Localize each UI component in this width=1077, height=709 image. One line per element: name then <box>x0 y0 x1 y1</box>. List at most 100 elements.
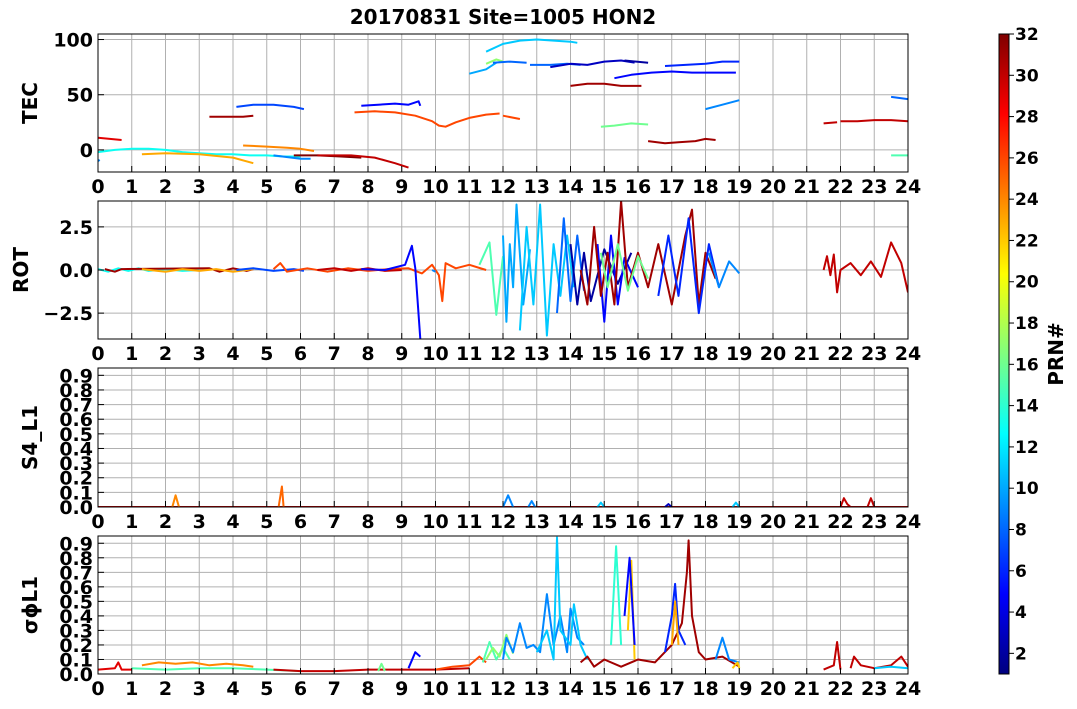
colorbar-tick-label: 12 <box>1015 438 1039 458</box>
x-tick-label: 7 <box>328 511 341 533</box>
series-line-prn-11 <box>485 38 578 53</box>
colorbar-tick-label: 4 <box>1015 603 1027 623</box>
series-line-prn-31 <box>570 82 642 87</box>
y-tick-label: −2.5 <box>43 303 93 325</box>
x-tick-label: 0 <box>91 176 104 198</box>
panel-4: 0 1 2 3 4 5 6 7 8 9 10 11 12 13 14 15 16 17 18 19 20 21 22 23 24… <box>18 533 921 700</box>
x-tick-label: 24 <box>895 176 921 198</box>
x-tick-label: 20 <box>760 176 786 198</box>
x-tick-label: 19 <box>726 511 752 533</box>
x-tick-label: 8 <box>361 343 374 365</box>
x-tick-label: 20 <box>760 511 786 533</box>
colorbar-tick-label: 22 <box>1015 231 1039 251</box>
series-line-prn-11 <box>535 536 589 661</box>
x-tick-label: 10 <box>422 511 448 533</box>
series-line-prn-29 <box>98 661 132 671</box>
series-line-prn-26 <box>502 114 521 120</box>
x-tick-label: 18 <box>692 343 718 365</box>
x-tick-label: 16 <box>625 176 651 198</box>
x-tick-label: 5 <box>260 343 273 365</box>
x-tick-label: 14 <box>557 678 583 700</box>
y-tick-label: 0 <box>80 140 93 162</box>
x-tick-label: 7 <box>328 176 341 198</box>
chart-title: 20170831 Site=1005 HON2 <box>350 5 656 29</box>
x-tick-label: 17 <box>659 176 685 198</box>
x-tick-label: 5 <box>260 678 273 700</box>
series-line-prn-24 <box>171 494 180 507</box>
y-tick-label: 0.0 <box>59 260 93 282</box>
x-tick-label: 17 <box>659 343 685 365</box>
series-line-prn-16 <box>600 122 649 128</box>
x-tick-label: 3 <box>193 343 206 365</box>
y-tick-label: 0.9 <box>59 533 93 555</box>
x-tick-label: 15 <box>591 511 617 533</box>
colorbar-tick-label: 24 <box>1015 190 1039 210</box>
x-tick-label: 14 <box>557 343 583 365</box>
colorbar-tick-label: 26 <box>1015 149 1039 169</box>
series-line-prn-30 <box>866 497 876 507</box>
x-tick-label: 22 <box>827 511 853 533</box>
x-tick-label: 17 <box>659 678 685 700</box>
x-tick-label: 9 <box>395 678 408 700</box>
y-tick-label: 100 <box>53 30 93 52</box>
colorbar-tick-label: 6 <box>1015 562 1027 582</box>
x-tick-label: 23 <box>861 678 887 700</box>
x-tick-label: 18 <box>692 678 718 700</box>
x-tick-label: 6 <box>294 343 307 365</box>
x-tick-label: 21 <box>794 678 820 700</box>
y-tick-label: 50 <box>67 85 93 107</box>
x-tick-label: 0 <box>91 343 104 365</box>
colorbar-label: PRN# <box>1044 322 1068 386</box>
x-tick-label: 2 <box>159 511 172 533</box>
colorbar-gradient <box>998 33 1010 675</box>
x-tick-label: 6 <box>294 678 307 700</box>
x-tick-label: 11 <box>456 343 482 365</box>
panels: 0 1 2 3 4 5 6 7 8 9 10 11 12 13 14 15 16 17 18 19 20 21 22 23 24… <box>9 30 921 700</box>
x-tick-label: 15 <box>591 176 617 198</box>
x-tick-label: 19 <box>726 343 752 365</box>
colorbar-tick-label: 18 <box>1015 314 1039 334</box>
y-axis-label: ROT <box>9 247 33 293</box>
x-tick-label: 16 <box>625 678 651 700</box>
x-tick-label: 23 <box>861 511 887 533</box>
x-tick-label: 4 <box>226 176 239 198</box>
colorbar-tick-label: 30 <box>1015 66 1039 86</box>
series-line-prn-26 <box>354 110 500 128</box>
x-tick-label: 13 <box>524 176 550 198</box>
x-tick-label: 10 <box>422 678 448 700</box>
colorbar-tick-label: 20 <box>1015 273 1039 293</box>
series-line-prn-24 <box>141 661 254 668</box>
x-tick-label: 23 <box>861 176 887 198</box>
colorbar-tick-label: 28 <box>1015 108 1039 128</box>
x-tick-label: 23 <box>861 343 887 365</box>
x-tick-label: 13 <box>524 678 550 700</box>
x-tick-label: 22 <box>827 343 853 365</box>
x-tick-label: 19 <box>726 678 752 700</box>
x-tick-label: 1 <box>125 176 138 198</box>
x-tick-label: 9 <box>395 176 408 198</box>
x-tick-label: 3 <box>193 678 206 700</box>
x-tick-label: 22 <box>827 678 853 700</box>
series-line-prn-30 <box>840 119 908 123</box>
colorbar-tick-label: 8 <box>1015 520 1027 540</box>
series-line-prn-31 <box>209 114 254 118</box>
x-tick-label: 9 <box>395 511 408 533</box>
panel-1: 0 1 2 3 4 5 6 7 8 9 10 11 12 13 14 15 16 17 18 19 20 21 22 23 24… <box>18 30 921 198</box>
series-line-prn-17 <box>485 633 515 661</box>
x-tick-label: 12 <box>490 511 516 533</box>
x-tick-label: 4 <box>226 511 239 533</box>
series-line-prn-29 <box>98 136 122 141</box>
x-tick-label: 1 <box>125 343 138 365</box>
x-tick-label: 11 <box>456 678 482 700</box>
x-tick-label: 3 <box>193 511 206 533</box>
series-line-prn-30 <box>823 121 838 125</box>
series-line-prn-10 <box>502 203 531 323</box>
x-tick-label: 9 <box>395 343 408 365</box>
x-tick-label: 4 <box>226 678 239 700</box>
y-tick-label: 0.9 <box>59 365 93 387</box>
panel-2: 0 1 2 3 4 5 6 7 8 9 10 11 12 13 14 15 16 17 18 19 20 21 22 23 24… <box>9 200 921 365</box>
colorbar-tick-label: 14 <box>1015 397 1039 417</box>
x-tick-label: 14 <box>557 511 583 533</box>
series-line-prn-5 <box>407 651 421 669</box>
x-tick-label: 1 <box>125 511 138 533</box>
